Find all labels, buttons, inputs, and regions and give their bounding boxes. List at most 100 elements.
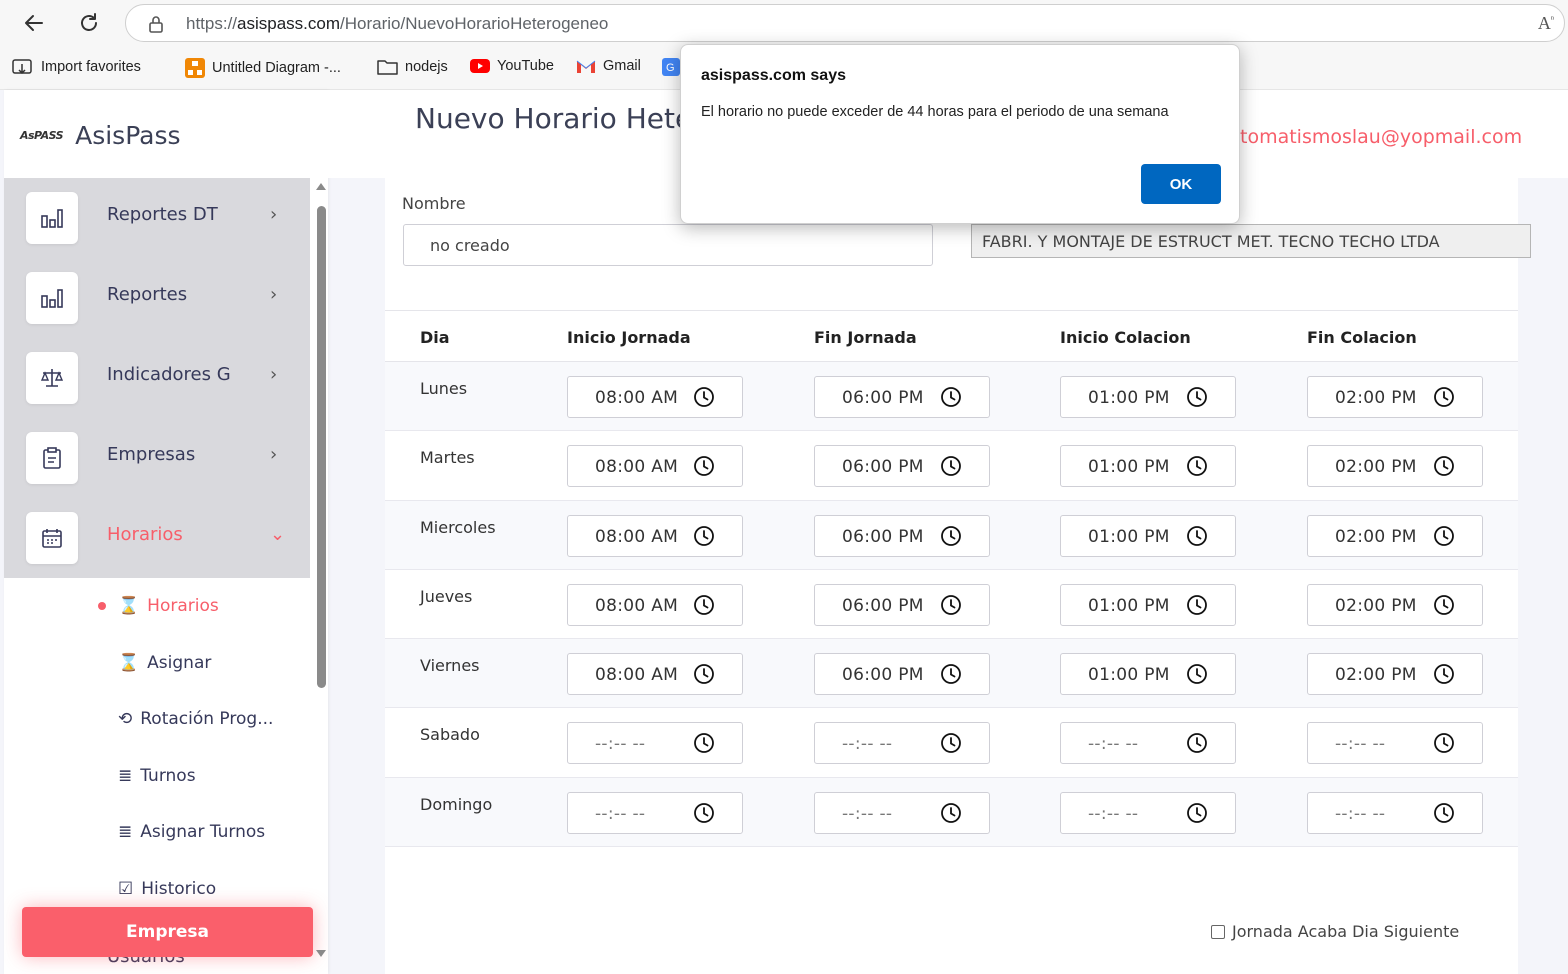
fin-colacion-time-input[interactable]: 02:00 PM xyxy=(1307,653,1483,696)
submenu-item-asignar-turnos[interactable]: ≣ Asignar Turnos xyxy=(118,819,265,845)
fin-jornada-time-input[interactable]: 06:00 PM xyxy=(814,376,990,418)
inicio-colacion-time-input[interactable]: 01:00 PM xyxy=(1060,653,1236,696)
clock-icon[interactable] xyxy=(940,594,962,616)
inicio-colacion-time-input[interactable]: 01:00 PM xyxy=(1060,514,1236,557)
clock-icon[interactable] xyxy=(1433,386,1455,408)
nombre-input[interactable]: no creado xyxy=(403,224,933,266)
scroll-down-icon[interactable] xyxy=(316,950,326,958)
inicio-colacion-time-input[interactable]: --:-- -- xyxy=(1060,722,1236,765)
clock-icon[interactable] xyxy=(1433,663,1455,685)
fin-colacion-time-input[interactable]: --:-- -- xyxy=(1307,791,1483,834)
clock-icon[interactable] xyxy=(940,386,962,408)
bookmark-youtube[interactable]: YouTube xyxy=(470,58,554,74)
clock-icon[interactable] xyxy=(1186,455,1208,477)
sidebar-menu: Reportes DT › Reportes › Indicadores G › xyxy=(4,178,310,578)
inicio-jornada-time-input[interactable]: 08:00 AM xyxy=(567,583,743,626)
sidebar-item-reportes[interactable]: Reportes › xyxy=(4,258,310,338)
table-row: Domingo --:-- -- --:-- -- --:-- -- --:-- -- xyxy=(385,777,1518,848)
clock-icon[interactable] xyxy=(940,525,962,547)
fin-jornada-time-input[interactable]: 06:00 PM xyxy=(814,445,990,488)
sidebar-item-empresas[interactable]: Empresas › xyxy=(4,418,310,498)
inicio-colacion-time-input[interactable]: 01:00 PM xyxy=(1060,376,1236,418)
clock-icon[interactable] xyxy=(1186,386,1208,408)
fin-colacion-time-input[interactable]: 02:00 PM xyxy=(1307,514,1483,557)
read-aloud-icon[interactable]: Aⁿ xyxy=(1538,13,1554,34)
clock-icon[interactable] xyxy=(1186,663,1208,685)
bookmark-gmail[interactable]: Gmail xyxy=(576,58,641,74)
time-value: 02:00 PM xyxy=(1335,388,1417,408)
inicio-colacion-time-input[interactable]: --:-- -- xyxy=(1060,791,1236,834)
submenu-item-horarios[interactable]: ⌛ Horarios xyxy=(118,593,219,619)
clock-icon[interactable] xyxy=(693,802,715,824)
bookmark-translate[interactable]: G xyxy=(662,58,680,76)
clock-icon[interactable] xyxy=(693,732,715,754)
fin-jornada-time-input[interactable]: --:-- -- xyxy=(814,791,990,834)
fin-jornada-time-input[interactable]: 06:00 PM xyxy=(814,514,990,557)
fin-colacion-time-input[interactable]: --:-- -- xyxy=(1307,722,1483,765)
clock-icon[interactable] xyxy=(1186,802,1208,824)
sidebar-item-label: Reportes DT xyxy=(107,204,218,225)
clock-icon[interactable] xyxy=(693,525,715,547)
calendar-check-icon: ☑ xyxy=(118,879,134,899)
time-value: 01:00 PM xyxy=(1088,665,1170,686)
clock-icon[interactable] xyxy=(693,594,715,616)
clock-icon[interactable] xyxy=(1433,594,1455,616)
fin-jornada-time-input[interactable]: 06:00 PM xyxy=(814,583,990,626)
user-email[interactable]: tomatismoslau@yopmail.com xyxy=(1240,126,1522,148)
clock-icon[interactable] xyxy=(940,802,962,824)
fin-colacion-time-input[interactable]: 02:00 PM xyxy=(1307,445,1483,488)
inicio-jornada-time-input[interactable]: 08:00 AM xyxy=(567,514,743,557)
time-value: 02:00 PM xyxy=(1335,665,1417,686)
scroll-up-icon[interactable] xyxy=(316,182,326,190)
inicio-jornada-time-input[interactable]: --:-- -- xyxy=(567,791,743,834)
clock-icon[interactable] xyxy=(1433,525,1455,547)
sidebar-item-reportes-dt[interactable]: Reportes DT › xyxy=(4,178,310,258)
inicio-jornada-time-input[interactable]: --:-- -- xyxy=(567,722,743,765)
inicio-jornada-time-input[interactable]: 08:00 AM xyxy=(567,653,743,696)
submenu-item-asignar[interactable]: ⌛ Asignar xyxy=(118,650,211,676)
fin-colacion-time-input[interactable]: 02:00 PM xyxy=(1307,376,1483,418)
clock-icon[interactable] xyxy=(1433,732,1455,754)
clock-icon[interactable] xyxy=(1433,455,1455,477)
fin-jornada-time-input[interactable]: --:-- -- xyxy=(814,722,990,765)
brand[interactable]: AsPASS AsisPass xyxy=(20,110,181,160)
clock-icon[interactable] xyxy=(940,663,962,685)
inicio-jornada-time-input[interactable]: 08:00 AM xyxy=(567,445,743,488)
clock-icon[interactable] xyxy=(1186,525,1208,547)
bookmark-nodejs[interactable]: nodejs xyxy=(377,58,448,76)
clock-icon[interactable] xyxy=(1186,594,1208,616)
back-button[interactable] xyxy=(19,8,49,38)
jornada-siguiente-checkbox[interactable]: Jornada Acaba Dia Siguiente xyxy=(1211,922,1459,941)
sidebar-item-indicadores-g[interactable]: Indicadores G › xyxy=(4,338,310,418)
clock-icon[interactable] xyxy=(940,732,962,754)
address-bar[interactable]: https://asispass.com/Horario/NuevoHorari… xyxy=(125,4,1565,42)
clock-icon[interactable] xyxy=(1433,802,1455,824)
reload-button[interactable] xyxy=(74,8,104,38)
bookmark-untitled-diagram[interactable]: Untitled Diagram -... xyxy=(185,58,341,78)
sidebar-scrollbar[interactable] xyxy=(314,182,328,972)
clock-icon[interactable] xyxy=(693,386,715,408)
sidebar-item-horarios[interactable]: Horarios ⌄ xyxy=(4,498,310,578)
clock-icon[interactable] xyxy=(940,455,962,477)
table-row: Miercoles 08:00 AM 06:00 PM 01:00 PM 02:00 P… xyxy=(385,500,1518,570)
empresa-button[interactable]: Empresa xyxy=(22,907,313,957)
checkbox[interactable] xyxy=(1211,924,1225,939)
gmail-icon xyxy=(576,60,596,73)
submenu-item-rotacion[interactable]: ⟲ Rotación Prog... xyxy=(118,706,273,732)
scroll-thumb[interactable] xyxy=(317,206,326,688)
submenu-item-historico[interactable]: ☑ Historico xyxy=(118,876,216,902)
clock-icon[interactable] xyxy=(693,455,715,477)
inicio-colacion-time-input[interactable]: 01:00 PM xyxy=(1060,445,1236,488)
fin-jornada-time-input[interactable]: 06:00 PM xyxy=(814,653,990,696)
fin-colacion-time-input[interactable]: 02:00 PM xyxy=(1307,583,1483,626)
inicio-jornada-time-input[interactable]: 08:00 AM xyxy=(567,376,743,418)
bar-chart-icon xyxy=(26,192,78,244)
clock-icon[interactable] xyxy=(693,663,715,685)
table-row: Viernes 08:00 AM 06:00 PM 01:00 PM 02:00 PM xyxy=(385,639,1518,709)
submenu-item-turnos[interactable]: ≣ Turnos xyxy=(118,763,196,789)
ok-button[interactable]: OK xyxy=(1141,164,1221,204)
clock-icon[interactable] xyxy=(1186,732,1208,754)
time-value: 01:00 PM xyxy=(1088,526,1170,547)
bookmark-import-favorites[interactable]: Import favorites xyxy=(12,58,141,76)
inicio-colacion-time-input[interactable]: 01:00 PM xyxy=(1060,583,1236,626)
